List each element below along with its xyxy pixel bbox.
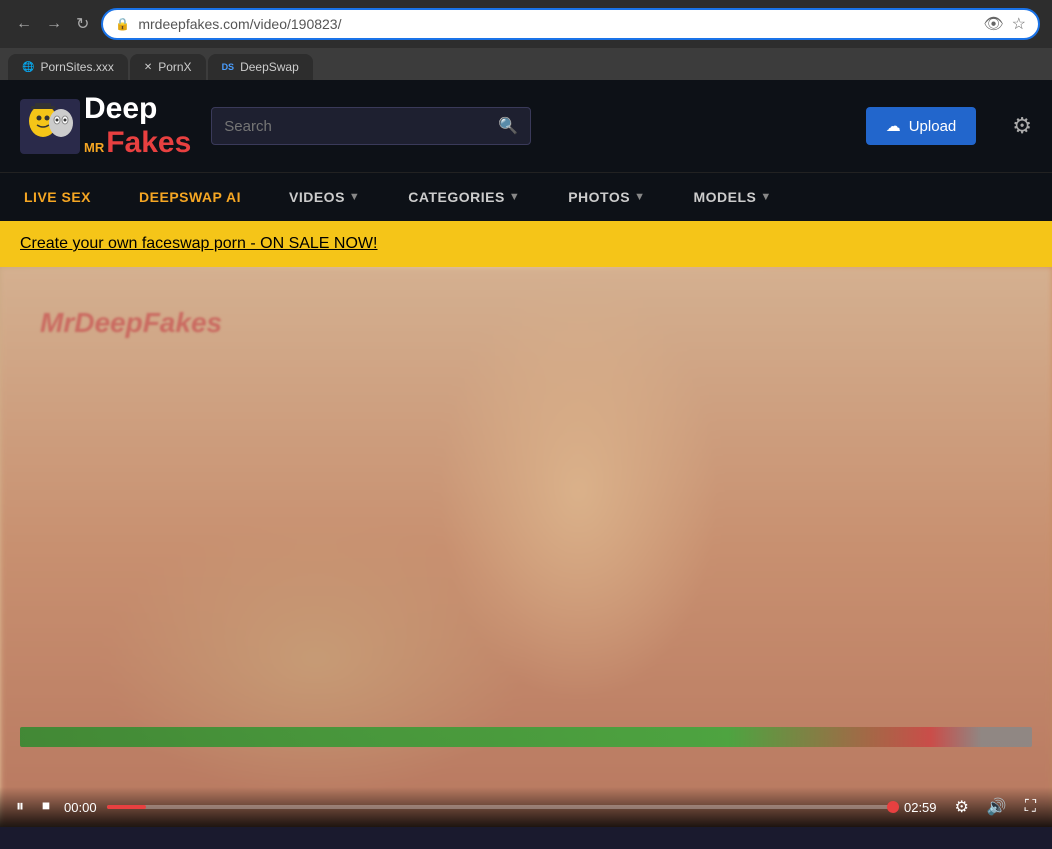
progress-bar[interactable]	[107, 805, 894, 809]
nav-item-deepswap-ai[interactable]: DEEPSWAP AI	[115, 173, 265, 221]
search-icon: 🔍	[498, 116, 518, 136]
time-current: 00:00	[64, 800, 97, 815]
nav-label-photos: PHOTOS	[568, 189, 630, 205]
nav-label-models: MODELS	[693, 189, 756, 205]
video-container: MrDeepFakes ⏸ ⏹ 00:00 02:59 ⚙ 🔊 ⛶	[0, 267, 1052, 827]
video-watermark: MrDeepFakes	[40, 307, 222, 339]
logo-icon	[20, 99, 80, 154]
address-bar[interactable]	[138, 16, 975, 32]
settings-icon[interactable]: ⚙	[1012, 113, 1032, 139]
volume-button[interactable]: 🔊	[983, 795, 1011, 819]
chevron-down-icon-models: ▼	[760, 191, 771, 203]
reload-button[interactable]: ↻	[72, 12, 93, 36]
tab-favicon-pornsites: 🌐	[22, 62, 34, 73]
logo-deep: Deep	[84, 92, 157, 126]
time-total: 02:59	[904, 800, 937, 815]
chevron-down-icon-videos: ▼	[349, 191, 360, 203]
nav-item-live-sex[interactable]: LIVE SEX	[0, 173, 115, 221]
tab-label-pornx: PornX	[158, 60, 191, 74]
nav-bar: LIVE SEX DEEPSWAP AI VIDEOS ▼ CATEGORIES…	[0, 172, 1052, 221]
upload-label: Upload	[909, 118, 957, 135]
lock-icon: 🔒	[115, 17, 130, 31]
back-button[interactable]: ←	[12, 13, 36, 35]
pause-button[interactable]: ⏸	[12, 796, 28, 818]
tab-label-deepswap: DeepSwap	[240, 60, 299, 74]
address-actions: 👁 ☆	[983, 14, 1026, 34]
settings-button[interactable]: ⚙	[951, 795, 973, 819]
browser-tabs: 🌐 PornSites.xxx ✕ PornX DS DeepSwap	[0, 48, 1052, 80]
fullscreen-button[interactable]: ⛶	[1021, 796, 1040, 818]
browser-chrome: ← → ↻ 🔒 👁 ☆	[0, 0, 1052, 48]
eye-slash-icon: 👁	[983, 14, 1003, 34]
browser-nav-buttons: ← → ↻	[12, 12, 93, 36]
tab-pornsites[interactable]: 🌐 PornSites.xxx	[8, 54, 128, 80]
nav-label-videos: VIDEOS	[289, 189, 345, 205]
tab-deepswap[interactable]: DS DeepSwap	[208, 54, 313, 80]
progress-fill	[107, 805, 146, 809]
tab-favicon-pornx: ✕	[144, 62, 152, 73]
logo-mr: MR	[84, 140, 104, 155]
logo-text: Deep MR Fakes	[84, 92, 191, 160]
forward-button[interactable]: →	[42, 13, 66, 35]
nav-item-videos[interactable]: VIDEOS ▼	[265, 173, 384, 221]
stop-button[interactable]: ⏹	[38, 796, 54, 818]
site-header: Deep MR Fakes 🔍 ☁ Upload ⚙	[0, 80, 1052, 172]
logo[interactable]: Deep MR Fakes	[20, 92, 191, 160]
chevron-down-icon-photos: ▼	[634, 191, 645, 203]
upload-button[interactable]: ☁ Upload	[866, 107, 977, 145]
logo-fakes: Fakes	[106, 126, 191, 160]
search-input[interactable]	[224, 118, 490, 135]
nav-label-live-sex: LIVE SEX	[24, 189, 91, 205]
promo-link[interactable]: Create your own faceswap porn - ON SALE …	[20, 235, 377, 252]
progress-dot	[887, 801, 899, 813]
nav-label-categories: CATEGORIES	[408, 189, 505, 205]
video-progress-overlay	[20, 727, 1032, 747]
tab-label-pornsites: PornSites.xxx	[40, 60, 113, 74]
nav-item-categories[interactable]: CATEGORIES ▼	[384, 173, 544, 221]
nav-item-photos[interactable]: PHOTOS ▼	[544, 173, 669, 221]
nav-label-deepswap-ai: DEEPSWAP AI	[139, 189, 241, 205]
chevron-down-icon-categories: ▼	[509, 191, 520, 203]
tab-pornx[interactable]: ✕ PornX	[130, 54, 206, 80]
video-controls: ⏸ ⏹ 00:00 02:59 ⚙ 🔊 ⛶	[0, 787, 1052, 827]
address-bar-wrapper[interactable]: 🔒 👁 ☆	[101, 8, 1040, 40]
upload-cloud-icon: ☁	[886, 117, 901, 135]
promo-banner: Create your own faceswap porn - ON SALE …	[0, 221, 1052, 267]
star-icon[interactable]: ☆	[1012, 14, 1026, 34]
search-bar[interactable]: 🔍	[211, 107, 531, 145]
nav-item-models[interactable]: MODELS ▼	[669, 173, 795, 221]
tab-favicon-deepswap: DS	[222, 62, 235, 72]
